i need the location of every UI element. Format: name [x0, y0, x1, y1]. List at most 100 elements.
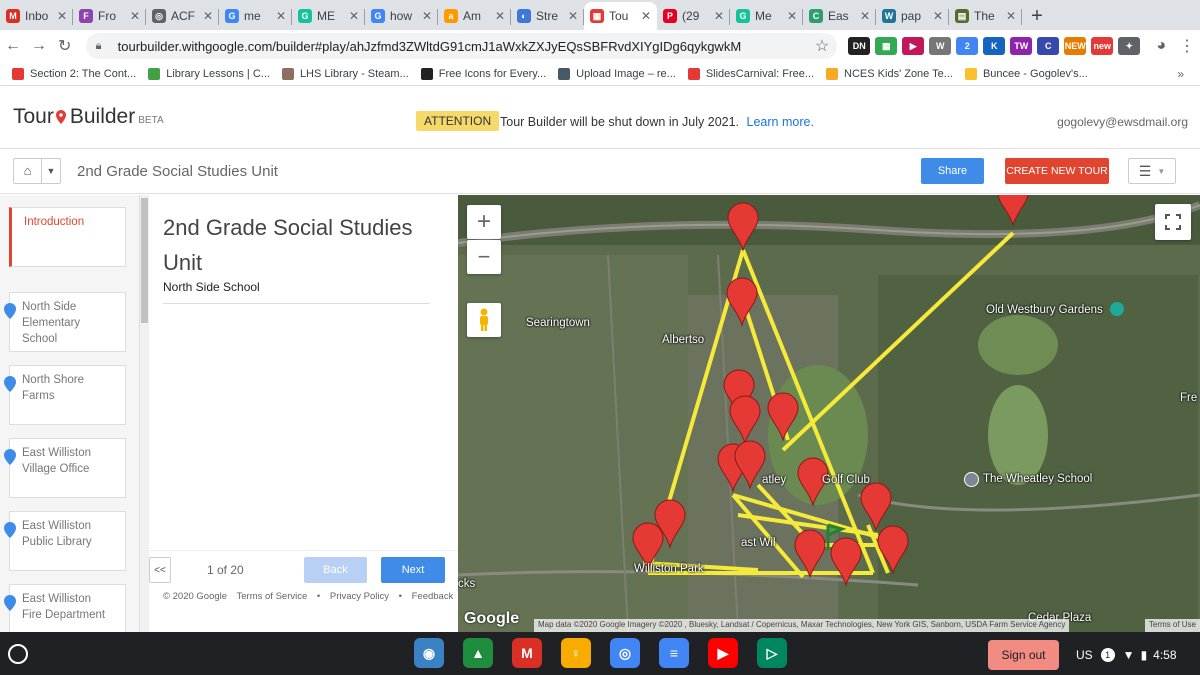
browser-tab[interactable]: ◎ ACF ✕	[146, 2, 219, 30]
google-drive-icon[interactable]: ▲	[463, 638, 493, 668]
sign-out-button[interactable]: Sign out	[988, 640, 1059, 670]
browser-tab[interactable]: a Am ✕	[438, 2, 511, 30]
chevron-down-icon[interactable]: ▼	[42, 166, 60, 176]
keep-icon[interactable]: ♀	[561, 638, 591, 668]
new-extension-icon[interactable]: new	[1091, 37, 1114, 55]
world-app-icon[interactable]: ◉	[414, 638, 444, 668]
locale-indicator[interactable]: US	[1076, 648, 1093, 662]
back-button[interactable]: Back	[304, 557, 367, 583]
c-extension-icon[interactable]: C	[1037, 37, 1060, 55]
bookmark-item[interactable]: Section 2: The Cont...	[12, 67, 136, 80]
close-tab-icon[interactable]: ✕	[787, 9, 797, 23]
close-tab-icon[interactable]: ✕	[641, 9, 651, 23]
tour-builder-logo[interactable]: Tour Builder BETA	[13, 105, 164, 129]
create-new-tour-button[interactable]: CREATE NEW TOUR	[1005, 158, 1109, 184]
sidebar-item-location[interactable]: North Shore Farms	[4, 365, 126, 425]
bookmark-label[interactable]: Free Icons for Every...	[439, 68, 546, 80]
url-bar[interactable]: 🔒︎ tourbuilder.withgoogle.com/builder#pl…	[85, 33, 838, 59]
browser-tab[interactable]: Wpap ✕	[876, 2, 949, 30]
sidebar-item-location[interactable]: East Williston Fire Department	[4, 584, 126, 632]
close-tab-icon[interactable]: ✕	[495, 9, 505, 23]
bookmark-label[interactable]: Library Lessons | C...	[166, 68, 270, 80]
sidebar-item-location[interactable]: East Williston Public Library	[4, 511, 126, 571]
map-imagery[interactable]	[458, 195, 1200, 632]
browser-tab[interactable]: ▤ The ✕	[949, 2, 1022, 30]
sidebar-item-location[interactable]: East Williston Village Office	[4, 438, 126, 498]
new-extension-icon[interactable]: NEW	[1064, 37, 1087, 55]
bookmark-label[interactable]: LHS Library - Steam...	[300, 68, 409, 80]
home-icon[interactable]: ⌂	[14, 159, 42, 183]
play-store-icon[interactable]: ▷	[757, 638, 787, 668]
bookmark-item[interactable]: NCES Kids' Zone Te...	[826, 67, 953, 80]
badge-extension-icon[interactable]: 2	[956, 37, 979, 55]
menu-chevron-icon[interactable]: ▼	[1157, 167, 1165, 176]
close-tab-icon[interactable]: ✕	[933, 9, 943, 23]
close-tab-icon[interactable]: ✕	[714, 9, 724, 23]
back-arrow-icon[interactable]: ←	[0, 37, 26, 55]
share-button[interactable]: Share	[921, 158, 984, 184]
profile-avatar-icon[interactable]: ◕	[1148, 37, 1174, 55]
close-tab-icon[interactable]: ✕	[422, 9, 432, 23]
close-tab-icon[interactable]: ✕	[57, 9, 67, 23]
next-button[interactable]: Next	[381, 557, 445, 583]
zoom-out-button[interactable]: −	[467, 240, 501, 274]
close-tab-icon[interactable]: ✕	[860, 9, 870, 23]
browser-tab[interactable]: Ghow ✕	[365, 2, 438, 30]
lock-icon[interactable]: 🔒︎	[96, 40, 110, 53]
street-view-pegman-icon[interactable]	[467, 303, 501, 337]
home-menu-button[interactable]: ⌂ ▼	[13, 158, 61, 184]
feedback-link[interactable]: Feedback	[412, 591, 454, 602]
launcher-icon[interactable]	[8, 644, 28, 664]
close-tab-icon[interactable]: ✕	[568, 9, 578, 23]
bookmark-item[interactable]: Upload Image – re...	[558, 67, 676, 80]
bookmark-label[interactable]: Buncee - Gogolev's...	[983, 68, 1088, 80]
close-tab-icon[interactable]: ✕	[349, 9, 359, 23]
browser-tab[interactable]: M Inbo ✕	[0, 2, 73, 30]
browser-tab[interactable]: F Fro ✕	[73, 2, 146, 30]
browser-tab[interactable]: G Me ✕	[730, 2, 803, 30]
bookmark-star-icon[interactable]: ☆	[815, 36, 829, 56]
more-menu-icon[interactable]: ⋮	[1174, 36, 1200, 56]
browser-tab[interactable]: G ME ✕	[292, 2, 365, 30]
close-tab-icon[interactable]: ✕	[130, 9, 140, 23]
sidebar-scrollbar[interactable]	[140, 195, 149, 632]
puzzle-icon[interactable]: ✦	[1118, 37, 1141, 55]
bookmark-item[interactable]: SlidesCarnival: Free...	[687, 67, 814, 80]
forward-arrow-icon[interactable]: →	[26, 37, 52, 55]
menu-button[interactable]: ☰ ▼	[1128, 158, 1176, 184]
close-tab-icon[interactable]: ✕	[1006, 9, 1016, 23]
browser-tab[interactable]: ◐ Stre ✕	[511, 2, 584, 30]
green-extension-icon[interactable]: ▦	[875, 37, 898, 55]
w-extension-icon[interactable]: W	[929, 37, 952, 55]
bookmark-item[interactable]: Free Icons for Every...	[420, 67, 546, 80]
browser-tab[interactable]: P (29 ✕	[657, 2, 730, 30]
close-tab-icon[interactable]: ✕	[276, 9, 286, 23]
dn-extension-icon[interactable]: DN	[848, 37, 871, 55]
first-page-button[interactable]: <<	[149, 557, 171, 583]
bookmark-item[interactable]: Buncee - Gogolev's...	[964, 67, 1088, 80]
terms-of-service-link[interactable]: Terms of Service	[237, 591, 308, 602]
bookmark-item[interactable]: Library Lessons | C...	[148, 67, 270, 80]
bookmark-label[interactable]: SlidesCarnival: Free...	[706, 68, 814, 80]
browser-tab[interactable]: Gme ✕	[219, 2, 292, 30]
browser-tab-active[interactable]: ▦ Tou ✕	[584, 2, 657, 30]
chrome-icon[interactable]: ◎	[610, 638, 640, 668]
sidebar-item-location[interactable]: North Side Elementary School	[4, 292, 126, 352]
privacy-policy-link[interactable]: Privacy Policy	[330, 591, 389, 602]
new-tab-button[interactable]: +	[1022, 2, 1052, 30]
bookmark-label[interactable]: Upload Image – re...	[576, 68, 676, 80]
youtube-icon[interactable]: ▶	[708, 638, 738, 668]
tw-extension-icon[interactable]: TW	[1010, 37, 1033, 55]
gmail-app-icon[interactable]: M	[512, 638, 542, 668]
learn-more-link[interactable]: Learn more.	[747, 115, 814, 129]
close-tab-icon[interactable]: ✕	[203, 9, 213, 23]
k-extension-icon[interactable]: K	[983, 37, 1006, 55]
scrollbar-thumb[interactable]	[141, 198, 148, 323]
fullscreen-icon[interactable]	[1155, 204, 1191, 240]
browser-tab[interactable]: C Eas ✕	[803, 2, 876, 30]
hamburger-icon[interactable]: ☰	[1139, 163, 1152, 180]
screencast-extension-icon[interactable]: ▶	[902, 37, 925, 55]
google-docs-icon[interactable]: ≡	[659, 638, 689, 668]
url-text[interactable]: tourbuilder.withgoogle.com/builder#play/…	[118, 39, 742, 54]
sidebar-item-introduction[interactable]: Introduction	[9, 207, 126, 267]
